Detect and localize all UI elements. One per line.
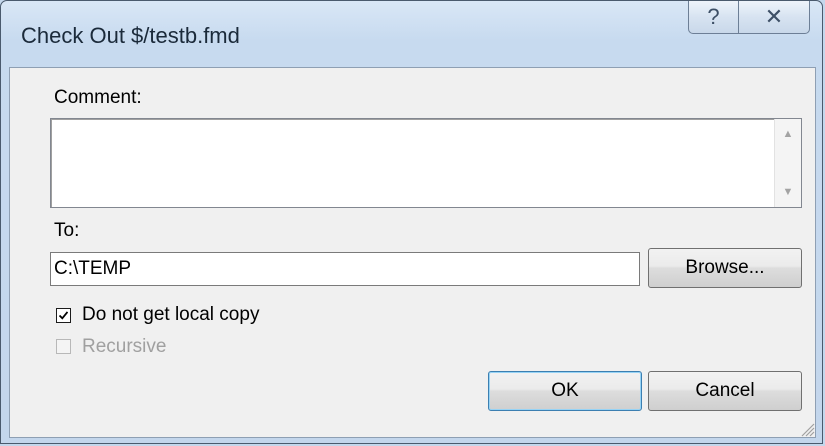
dialog-client-area: Comment: ▲ ▼ To: C:\TEMP Browse... Do no… <box>9 67 816 438</box>
ok-button[interactable]: OK <box>488 371 642 411</box>
cancel-label: Cancel <box>695 380 755 401</box>
scroll-up-icon[interactable]: ▲ <box>775 123 801 145</box>
comment-label: Comment: <box>54 87 142 108</box>
dialog-window: Check Out $/testb.fmd ? ✕ Comment: ▲ ▼ T… <box>0 0 823 444</box>
comment-scrollbar[interactable]: ▲ ▼ <box>774 119 801 207</box>
help-button[interactable]: ? <box>688 1 738 34</box>
browse-button[interactable]: Browse... <box>648 248 802 288</box>
to-path-input[interactable]: C:\TEMP <box>50 252 640 286</box>
checkmark-icon <box>59 311 68 320</box>
resize-grip-icon[interactable] <box>797 419 815 437</box>
browse-label: Browse... <box>685 257 765 278</box>
scroll-down-icon[interactable]: ▼ <box>775 181 801 203</box>
no-local-copy-label[interactable]: Do not get local copy <box>82 304 259 326</box>
close-button[interactable]: ✕ <box>738 1 810 34</box>
title-bar[interactable]: Check Out $/testb.fmd ? ✕ <box>1 1 822 67</box>
to-label: To: <box>54 220 80 241</box>
cancel-button[interactable]: Cancel <box>648 371 802 411</box>
help-icon: ? <box>707 4 720 29</box>
caption-buttons: ? ✕ <box>688 1 810 35</box>
recursive-checkbox[interactable] <box>56 339 71 354</box>
ok-label: OK <box>551 380 579 401</box>
window-title: Check Out $/testb.fmd <box>21 23 240 48</box>
no-local-copy-checkbox[interactable] <box>56 308 71 323</box>
close-icon: ✕ <box>764 4 784 29</box>
comment-textarea[interactable]: ▲ ▼ <box>50 118 802 208</box>
recursive-label[interactable]: Recursive <box>82 336 166 358</box>
